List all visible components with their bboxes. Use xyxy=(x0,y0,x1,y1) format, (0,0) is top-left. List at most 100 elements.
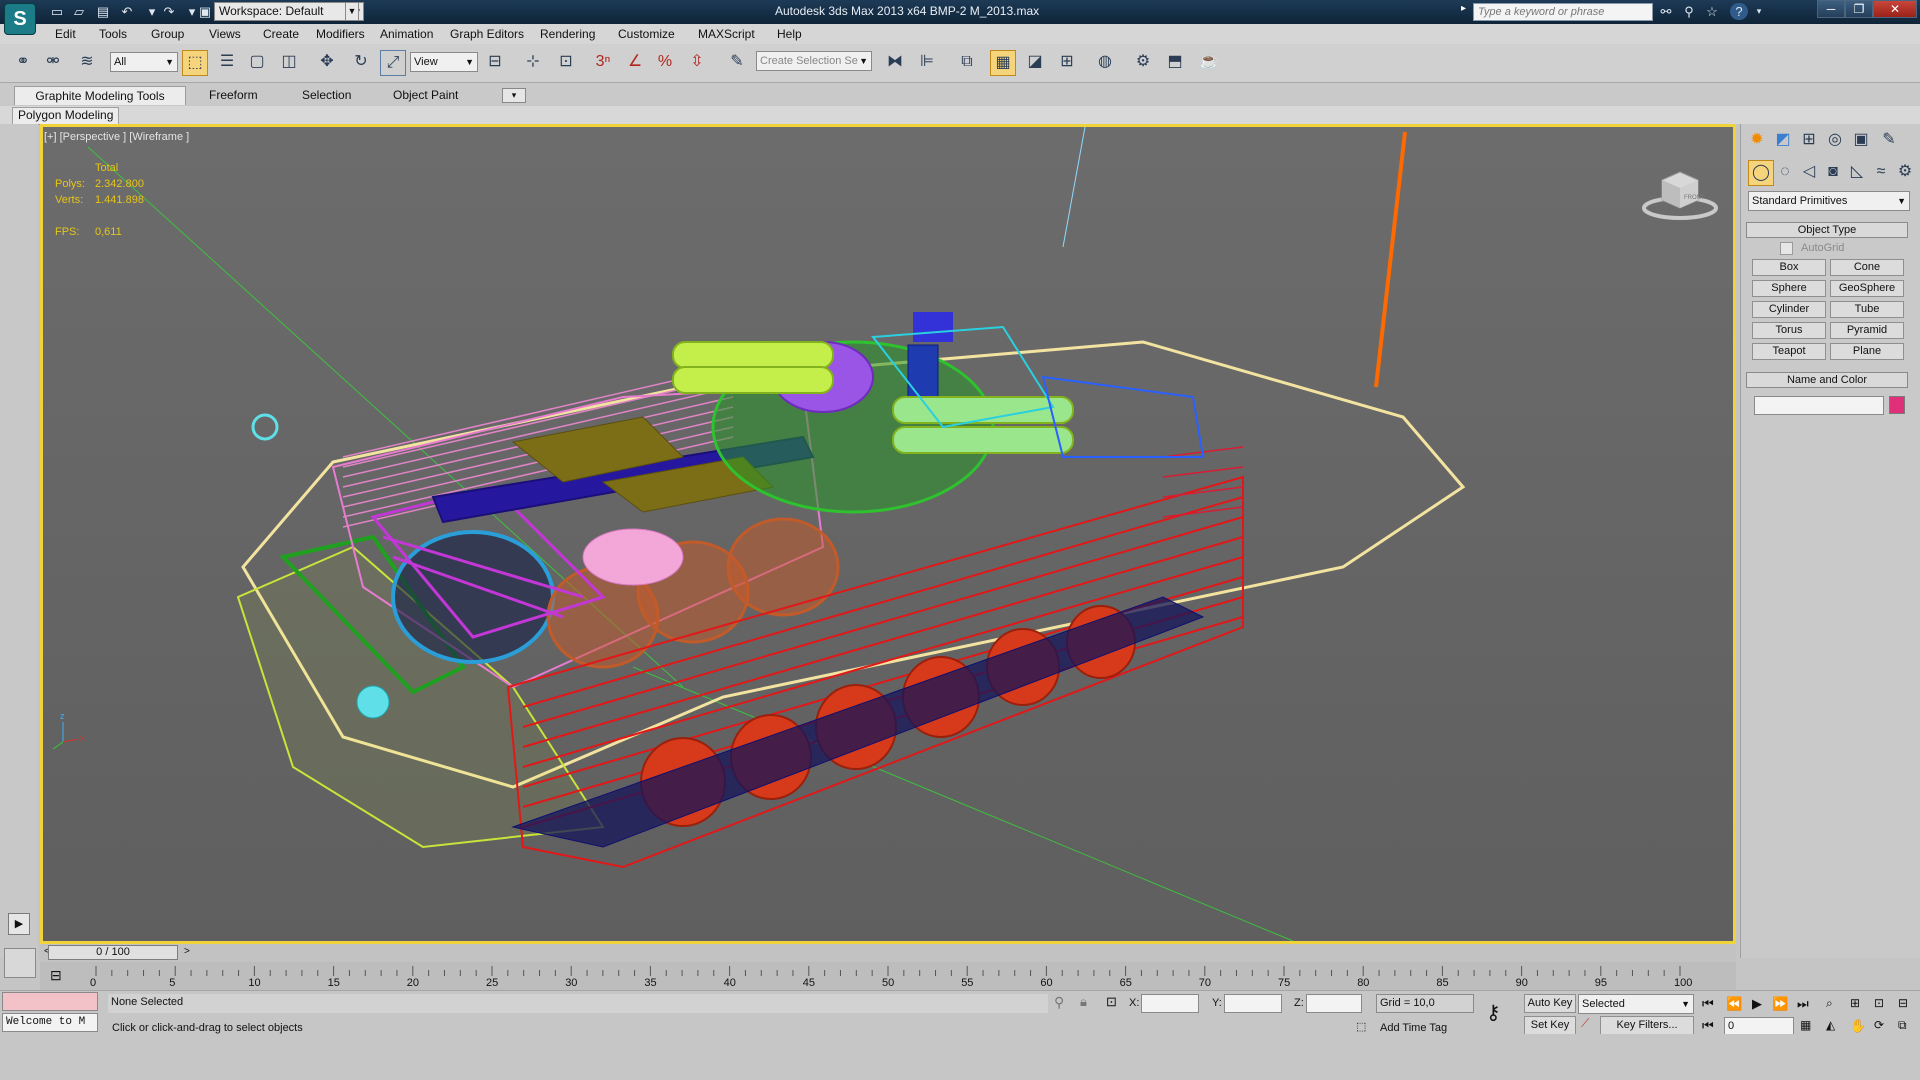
teapot-button[interactable]: Teapot xyxy=(1752,343,1826,360)
pyramid-button[interactable]: Pyramid xyxy=(1830,322,1904,339)
name-and-color-rollout[interactable]: Name and Color xyxy=(1746,372,1908,388)
shapes-icon[interactable]: ◌ xyxy=(1772,160,1798,186)
zoom-icon[interactable]: ⌕ xyxy=(1826,996,1833,1011)
object-color-swatch[interactable] xyxy=(1889,396,1905,414)
display-panel-tab-icon[interactable]: ▣ xyxy=(1848,128,1874,154)
reference-coordinate-dropdown[interactable]: View ▼ xyxy=(410,52,478,72)
favorites-star-icon[interactable]: ☆ xyxy=(1703,3,1721,20)
select-and-scale-icon[interactable]: ⤢ xyxy=(380,50,406,76)
tab-graphite-modeling-tools[interactable]: Graphite Modeling Tools xyxy=(14,86,186,105)
tube-button[interactable]: Tube xyxy=(1830,301,1904,318)
go-to-start-icon[interactable]: ⏮ xyxy=(1702,996,1714,1012)
selection-lock-icon[interactable]: 🔒︎ xyxy=(1080,994,1087,1010)
set-key-button[interactable]: Set Key xyxy=(1524,1016,1576,1035)
menu-customize[interactable]: Customize xyxy=(618,27,675,41)
menu-modifiers[interactable]: Modifiers xyxy=(316,27,365,41)
maxscript-listener-pink[interactable] xyxy=(2,992,98,1011)
torus-button[interactable]: Torus xyxy=(1752,322,1826,339)
motion-panel-tab-icon[interactable]: ◎ xyxy=(1822,128,1848,154)
field-of-view-icon[interactable]: ◭ xyxy=(1826,1018,1835,1032)
minimize-button[interactable]: ─ xyxy=(1817,0,1845,18)
open-file-icon[interactable]: ▱ xyxy=(70,3,88,20)
undo-dropdown-icon[interactable]: ▾ xyxy=(143,3,161,20)
menu-tools[interactable]: Tools xyxy=(99,27,127,41)
orbit-icon[interactable]: ⟳ xyxy=(1874,1018,1884,1032)
save-icon[interactable]: ▤ xyxy=(94,3,112,20)
systems-icon[interactable]: ⚙ xyxy=(1892,160,1918,186)
select-and-rotate-icon[interactable]: ↻ xyxy=(348,50,374,76)
select-and-link-icon[interactable]: ⚭ xyxy=(10,50,36,76)
tab-freeform[interactable]: Freeform xyxy=(209,86,258,104)
tab-object-paint[interactable]: Object Paint xyxy=(393,86,458,104)
select-and-move-icon[interactable]: ✥ xyxy=(314,50,340,76)
menu-maxscript[interactable]: MAXScript xyxy=(698,27,755,41)
geometry-icon[interactable]: ◯ xyxy=(1748,160,1774,186)
y-coordinate-field[interactable] xyxy=(1224,994,1282,1013)
redo-icon[interactable]: ↷ xyxy=(160,3,178,20)
key-filters-button[interactable]: Key Filters... xyxy=(1600,1016,1694,1035)
menu-views[interactable]: Views xyxy=(209,27,241,41)
named-selection-sets-dropdown[interactable]: Create Selection Se ▼ xyxy=(756,51,872,71)
selection-filter-dropdown[interactable]: All ▼ xyxy=(110,52,178,72)
help-icon[interactable]: ? xyxy=(1730,3,1748,20)
maxscript-mini-listener[interactable]: Welcome to M xyxy=(2,1013,98,1032)
key-mode-dropdown[interactable]: Selected ▼ xyxy=(1578,994,1694,1014)
menu-edit[interactable]: Edit xyxy=(55,27,76,41)
undo-icon[interactable]: ↶ xyxy=(118,3,136,20)
object-type-rollout[interactable]: Object Type xyxy=(1746,222,1908,238)
time-configuration-icon[interactable]: ▦ xyxy=(1800,1018,1811,1032)
box-button[interactable]: Box xyxy=(1752,259,1826,276)
project-folder-icon[interactable]: ▣ xyxy=(196,3,214,20)
render-production-icon[interactable]: ☕ xyxy=(1196,50,1222,76)
mini-curve-editor-icon[interactable]: ⊟ xyxy=(50,967,62,984)
graphite-modeling-toggle-icon[interactable]: ▦ xyxy=(990,50,1016,76)
spinner-snap-icon[interactable]: ⇳ xyxy=(684,50,710,76)
key-mode-toggle-icon[interactable]: ⏮ xyxy=(1702,1018,1714,1034)
z-coordinate-field[interactable] xyxy=(1306,994,1362,1013)
cylinder-button[interactable]: Cylinder xyxy=(1752,301,1826,318)
create-panel-tab-icon[interactable]: ✹ xyxy=(1744,128,1770,154)
cone-button[interactable]: Cone xyxy=(1830,259,1904,276)
window-crossing-icon[interactable]: ◫ xyxy=(276,50,302,76)
material-editor-icon[interactable]: ◍ xyxy=(1092,50,1118,76)
select-by-name-icon[interactable]: ☰ xyxy=(214,50,240,76)
panel-polygon-modeling[interactable]: Polygon Modeling xyxy=(12,107,120,125)
plane-button[interactable]: Plane xyxy=(1830,343,1904,360)
bind-space-warp-icon[interactable]: ≋ xyxy=(74,50,100,76)
absolute-mode-icon[interactable]: ⊡ xyxy=(1106,994,1117,1010)
play-icon[interactable]: ▶ xyxy=(1752,996,1762,1012)
key-filters-curve-icon[interactable]: ⟋ xyxy=(1581,1016,1589,1031)
cameras-icon[interactable]: ◙ xyxy=(1820,160,1846,186)
open-mini-curve-editor-icon[interactable]: ▶ xyxy=(8,913,30,935)
object-name-input[interactable] xyxy=(1754,396,1884,415)
viewport-layout-icon[interactable] xyxy=(4,948,36,978)
menu-group[interactable]: Group xyxy=(151,27,184,41)
previous-frame-icon[interactable]: ⏪ xyxy=(1726,996,1742,1012)
space-warps-icon[interactable]: ≈ xyxy=(1868,160,1894,186)
modify-panel-tab-icon[interactable]: ◩ xyxy=(1770,128,1796,154)
quick-access-dropdown-icon[interactable]: ▼ xyxy=(345,2,359,21)
rendered-frame-window-icon[interactable]: ⬒ xyxy=(1162,50,1188,76)
menu-rendering[interactable]: Rendering xyxy=(540,27,595,41)
edit-named-selection-icon[interactable]: ✎ xyxy=(724,50,750,76)
time-slider[interactable]: 0 / 100 xyxy=(48,945,178,960)
new-file-icon[interactable]: ▭ xyxy=(48,3,66,20)
utilities-panel-tab-icon[interactable]: ✎ xyxy=(1876,128,1902,154)
menu-create[interactable]: Create xyxy=(263,27,299,41)
zoom-all-icon[interactable]: ⊞ xyxy=(1850,996,1860,1010)
object-category-dropdown[interactable]: Standard Primitives ▼ xyxy=(1748,191,1910,211)
tab-selection[interactable]: Selection xyxy=(302,86,351,104)
viewport-label-menu[interactable]: [+] [Perspective ] [Wireframe ] xyxy=(44,131,189,143)
menu-help[interactable]: Help xyxy=(777,27,802,41)
binoculars-icon[interactable]: ⚯ xyxy=(1657,3,1675,20)
add-time-tag-icon[interactable]: ⬚ xyxy=(1356,1020,1366,1033)
workspace-dropdown[interactable]: Workspace: Default▾ xyxy=(214,2,364,21)
mirror-icon[interactable]: ⧓ xyxy=(882,50,908,76)
next-frame-icon[interactable]: ⏩ xyxy=(1772,996,1788,1012)
auto-key-button[interactable]: Auto Key xyxy=(1524,994,1576,1013)
hierarchy-panel-tab-icon[interactable]: ⊞ xyxy=(1796,128,1822,154)
helpers-icon[interactable]: ◺ xyxy=(1844,160,1870,186)
go-to-end-icon[interactable]: ⏭ xyxy=(1797,996,1809,1012)
isolate-selection-icon[interactable]: ⚲ xyxy=(1054,994,1064,1011)
layer-manager-icon[interactable]: ⧉ xyxy=(954,50,980,76)
